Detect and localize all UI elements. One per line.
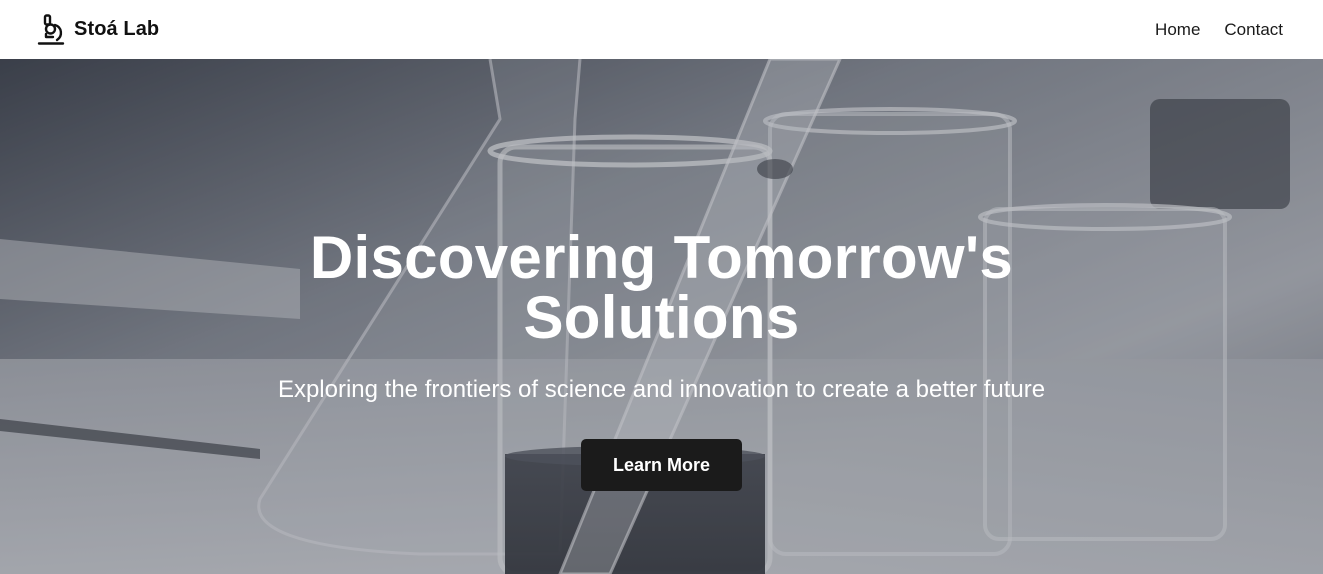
hero-content: Discovering Tomorrow's Solutions Explori… — [0, 59, 1323, 574]
microscope-icon — [37, 13, 65, 45]
learn-more-button[interactable]: Learn More — [580, 439, 743, 491]
brand-name: Stoá Lab — [74, 18, 160, 40]
nav-link-contact[interactable]: Contact — [1224, 20, 1283, 40]
nav-link-home[interactable]: Home — [1155, 20, 1200, 40]
hero-subtitle: Exploring the frontiers of science and i… — [277, 376, 1046, 403]
hero-title: Discovering Tomorrow's Solutions — [309, 224, 1014, 351]
nav-links: Home Contact — [1155, 20, 1283, 40]
brand[interactable]: Stoá Lab — [37, 13, 160, 46]
navbar: Stoá Lab Home Contact — [0, 0, 1323, 59]
hero-section: Discovering Tomorrow's Solutions Explori… — [0, 59, 1323, 574]
